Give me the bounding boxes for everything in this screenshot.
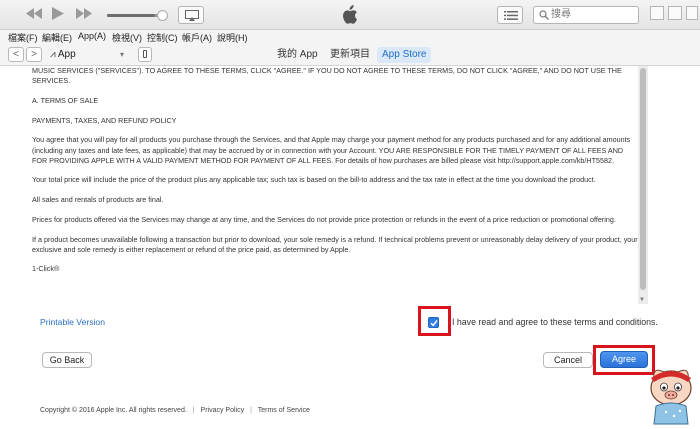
minimize-button[interactable] — [650, 6, 664, 20]
menu-account[interactable]: 帳戶(A) — [182, 31, 212, 44]
tab-my-apps[interactable]: 我的 App — [272, 47, 323, 63]
menubar: 檔案(F) 編輯(E) App(A) 檢視(V) 控制(C) 帳戶(A) 說明(… — [0, 30, 700, 44]
phone-icon — [143, 50, 147, 58]
media-kind-select[interactable]: ⩘ App ▾ — [50, 47, 132, 62]
agree-checkbox[interactable] — [428, 317, 439, 328]
media-kind-label: App — [57, 49, 76, 60]
printable-version-link[interactable]: Printable Version — [40, 317, 105, 327]
volume-level — [107, 14, 155, 17]
list-icon — [504, 11, 518, 20]
menu-file[interactable]: 檔案(F) — [8, 31, 38, 44]
airplay-icon — [185, 10, 199, 21]
chevron-down-icon: ▾ — [120, 50, 125, 59]
menu-app[interactable]: App(A) — [78, 31, 106, 41]
navigation-bar: < > ⩘ App ▾ 我的 App 更新項目 App Store — [0, 44, 700, 66]
forward-button[interactable]: > — [26, 47, 42, 62]
agree-label: I have read and agree to these terms and… — [452, 317, 658, 327]
tab-updates[interactable]: 更新項目 — [325, 47, 375, 63]
checkmark-icon — [430, 320, 438, 327]
terms-paragraph: Your total price will include the price … — [32, 175, 596, 185]
terms-paragraph: All sales and rentals of products are fi… — [32, 195, 164, 205]
go-back-button[interactable]: Go Back — [42, 352, 92, 368]
search-placeholder: 搜尋 — [551, 9, 571, 20]
maximize-button[interactable] — [668, 6, 682, 20]
menu-view[interactable]: 檢視(V) — [112, 31, 142, 44]
search-input[interactable]: 搜尋 — [533, 6, 639, 24]
terms-subheading: PAYMENTS, TAXES, AND REFUND POLICY — [32, 115, 177, 125]
terms-paragraph: You agree that you will pay for all prod… — [32, 135, 631, 165]
scroll-down-icon[interactable]: ▼ — [639, 297, 645, 303]
mascot-watermark-image — [644, 362, 698, 426]
terms-content: MUSIC SERVICES ("SERVICES"). TO AGREE TO… — [32, 66, 638, 304]
footer-separator: | — [250, 407, 252, 414]
menu-help[interactable]: 說明(H) — [217, 31, 248, 44]
menu-edit[interactable]: 編輯(E) — [42, 31, 72, 44]
terms-subheading: 1-Click® — [32, 264, 60, 274]
play-icon[interactable] — [52, 7, 64, 24]
footer: Copyright © 2016 Apple Inc. All rights r… — [40, 407, 310, 414]
tab-app-store[interactable]: App Store — [377, 47, 432, 63]
volume-slider[interactable] — [107, 10, 168, 21]
agree-button[interactable]: Agree — [600, 351, 648, 368]
copyright-text: Copyright © 2016 Apple Inc. All rights r… — [40, 407, 187, 414]
list-button[interactable] — [497, 6, 523, 24]
device-button[interactable] — [138, 47, 152, 62]
rewind-icon[interactable] — [26, 7, 42, 23]
terms-paragraph: If a product becomes unavailable followi… — [32, 234, 638, 254]
terms-section-heading: A. TERMS OF SALE — [32, 95, 99, 105]
terms-paragraph: Prices for products offered via the Serv… — [32, 214, 616, 224]
cancel-button[interactable]: Cancel — [543, 352, 593, 368]
terms-scrollbar[interactable]: ▼ — [638, 66, 648, 304]
airplay-button[interactable] — [178, 6, 204, 24]
fast-forward-icon[interactable] — [76, 7, 92, 23]
privacy-policy-link[interactable]: Privacy Policy — [201, 407, 245, 414]
back-button[interactable]: < — [8, 47, 24, 62]
close-button[interactable] — [686, 6, 698, 20]
player-toolbar: 搜尋 — [0, 0, 700, 30]
footer-separator: | — [192, 407, 195, 414]
scrollbar-thumb[interactable] — [640, 68, 646, 290]
apple-logo-icon — [340, 5, 358, 30]
search-icon — [539, 10, 549, 20]
menu-controls[interactable]: 控制(C) — [147, 31, 178, 44]
terms-paragraph: MUSIC SERVICES ("SERVICES"). TO AGREE TO… — [32, 66, 622, 86]
terms-of-service-link[interactable]: Terms of Service — [258, 407, 310, 414]
app-icon: ⩘ — [50, 49, 56, 60]
volume-knob[interactable] — [157, 10, 168, 21]
